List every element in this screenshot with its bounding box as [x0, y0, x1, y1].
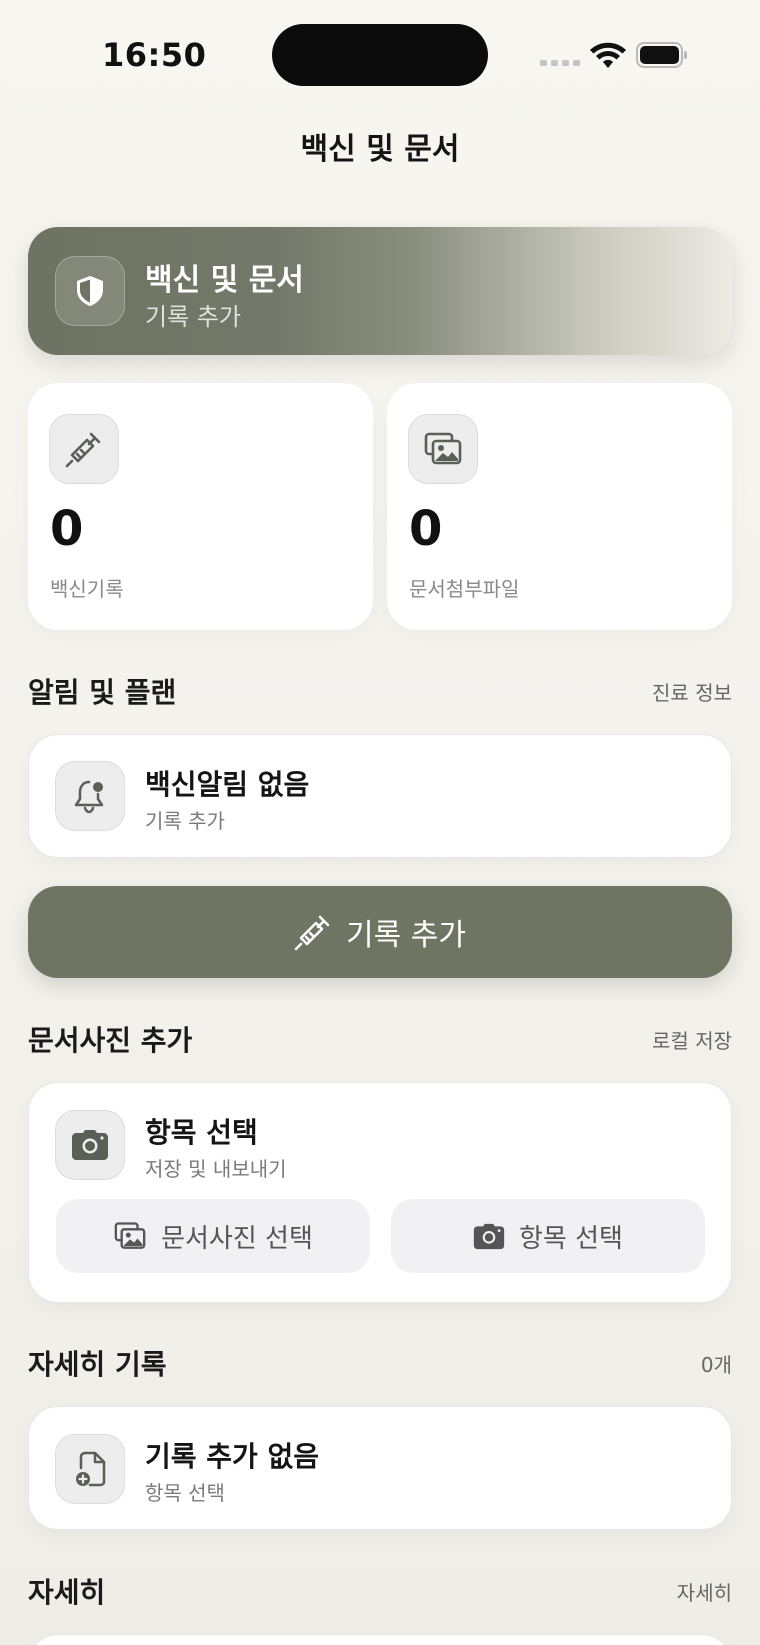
hero-title: 백신 및 문서: [145, 263, 304, 298]
stat-icon-tile: [408, 414, 478, 484]
syringe-icon: [294, 915, 330, 951]
camera-icon: [473, 1223, 505, 1249]
cellular-signal-icon: [540, 60, 580, 66]
vaccine-record-count: 0: [50, 501, 84, 557]
add-record-button[interactable]: 기록 추가: [28, 886, 732, 978]
photo-card-title: 항목 선택: [145, 1116, 258, 1149]
add-record-button-label: 기록 추가: [346, 918, 466, 953]
select-document-photo-label: 문서사진 선택: [161, 1223, 313, 1254]
hero-card[interactable]: 백신 및 문서 기록 추가: [28, 227, 732, 355]
records-count: 0개: [700, 1353, 732, 1377]
alert-card-subtitle: 기록 추가: [145, 809, 225, 833]
document-icon-tile: [55, 1434, 125, 1504]
camera-icon: [72, 1130, 108, 1160]
syringe-icon: [65, 432, 101, 468]
select-item-label: 항목 선택: [519, 1223, 623, 1254]
records-empty-card[interactable]: 기록 추가 없음 항목 선택: [28, 1406, 732, 1530]
document-photo-card: 항목 선택 저장 및 내보내기 문서사진 선택 항목 선택: [28, 1082, 732, 1303]
wifi-icon: [590, 42, 626, 68]
vaccine-alert-card[interactable]: 백신알림 없음 기록 추가: [28, 734, 732, 858]
photo-section-title: 문서사진 추가: [28, 1024, 193, 1057]
records-card-subtitle: 항목 선택: [145, 1481, 225, 1505]
document-attachments-card[interactable]: 0 문서첨부파일: [387, 383, 732, 630]
select-item-button[interactable]: 항목 선택: [391, 1199, 705, 1273]
photos-icon: [424, 432, 462, 465]
photo-card-subtitle: 저장 및 내보내기: [145, 1157, 287, 1181]
battery-icon: [636, 42, 687, 68]
page-title: 백신 및 문서: [300, 132, 460, 167]
hero-icon-tile: [55, 256, 125, 326]
alerts-section-title: 알림 및 플랜: [28, 676, 177, 709]
document-attachment-count: 0: [409, 501, 443, 557]
vaccine-records-card[interactable]: 0 백신기록: [28, 383, 373, 630]
status-time: 16:50: [102, 36, 207, 74]
details-card[interactable]: [28, 1634, 732, 1645]
document-add-icon: [76, 1451, 106, 1487]
details-section-title: 자세히: [28, 1576, 106, 1609]
records-card-title: 기록 추가 없음: [145, 1440, 320, 1473]
dynamic-island: [272, 24, 488, 86]
details-link[interactable]: 자세히: [677, 1577, 732, 1606]
bell-icon: [74, 780, 104, 814]
shield-icon: [77, 276, 103, 306]
photos-icon: [114, 1222, 146, 1249]
local-storage-link[interactable]: 로컬 저장: [652, 1025, 732, 1054]
alert-icon-tile: [55, 761, 125, 831]
document-attachment-label: 문서첨부파일: [409, 577, 520, 601]
hero-subtitle: 기록 추가: [145, 303, 241, 331]
alert-card-title: 백신알림 없음: [145, 768, 310, 801]
medical-info-link[interactable]: 진료 정보: [652, 677, 732, 706]
stat-icon-tile: [49, 414, 119, 484]
vaccine-record-label: 백신기록: [50, 577, 124, 601]
select-document-photo-button[interactable]: 문서사진 선택: [56, 1199, 370, 1273]
records-section-title: 자세히 기록: [28, 1348, 167, 1381]
camera-icon-tile: [55, 1110, 125, 1180]
